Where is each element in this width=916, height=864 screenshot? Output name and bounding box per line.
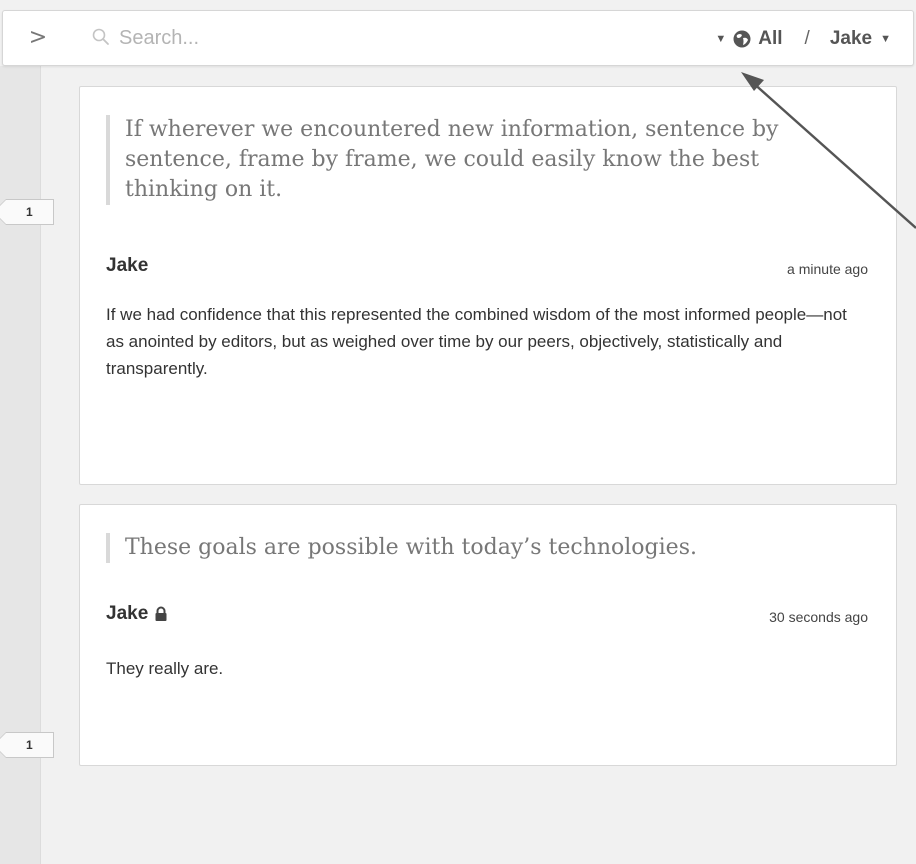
search-box [89,21,489,55]
annotation-quote: These goals are possible with today’s te… [106,533,855,563]
scope-selector: ▼ All / Jake ▼ [715,25,897,53]
caret-down-icon[interactable]: ▼ [715,33,726,45]
caret-down-icon[interactable]: ▼ [880,33,891,45]
search-input[interactable] [119,23,479,53]
annotation-timestamp[interactable]: 30 seconds ago [769,609,868,625]
scope-all-option[interactable]: All [758,28,782,50]
scope-separator: / [804,28,810,49]
annotation-card: If wherever we encountered new informati… [79,86,897,485]
annotation-timestamp[interactable]: a minute ago [787,261,868,277]
annotation-count-badge[interactable]: 1 [0,732,54,758]
annotation-body: They really are. [106,659,224,678]
top-bar: > ▼ All / Jake ▼ [2,10,914,66]
annotation-author[interactable]: Jake [106,603,168,625]
annotation-count-badge[interactable]: 1 [0,199,54,225]
author-name: Jake [106,603,149,624]
user-menu[interactable]: Jake [830,28,872,50]
author-name: Jake [106,255,149,276]
chevron-right-icon: > [28,25,48,50]
lock-icon [155,606,167,621]
annotation-quote: If wherever we encountered new informati… [106,115,855,205]
search-icon [92,28,109,45]
annotation-author[interactable]: Jake [106,255,148,277]
annotation-card: These goals are possible with today’s te… [79,504,897,766]
annotation-body: If we had confidence that this represent… [106,305,847,378]
globe-icon [733,30,751,48]
collapse-sidebar-button[interactable]: > [25,24,51,52]
